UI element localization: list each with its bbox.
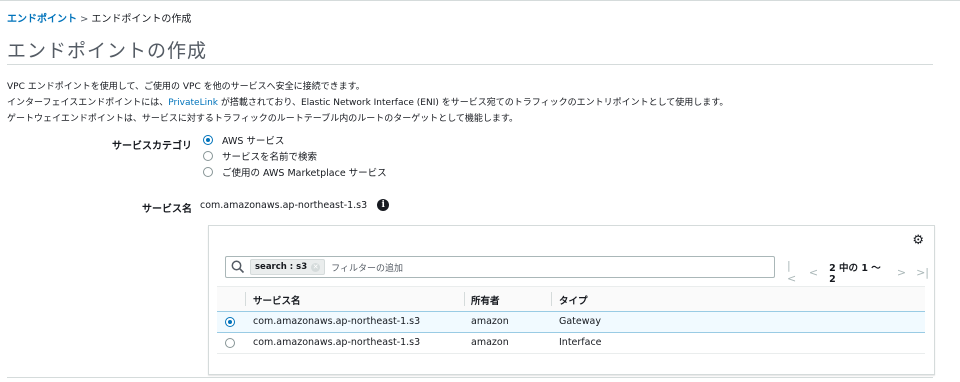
service-category-aws-option[interactable]: AWS サービス [203, 133, 284, 147]
top-border [0, 0, 960, 1]
row-service-name: com.amazonaws.ap-northeast-1.s3 [253, 337, 421, 348]
first-page-icon[interactable]: |< [787, 259, 799, 285]
description-line-1: VPC エンドポイントを使用して、ご使用の VPC を他のサービスへ安全に接続で… [7, 82, 365, 92]
filter-token: search : s3 ✕ [250, 259, 326, 275]
title-divider [7, 64, 933, 65]
row-service-name: com.amazonaws.ap-northeast-1.s3 [253, 316, 421, 327]
table-row[interactable]: com.amazonaws.ap-northeast-1.s3 amazon G… [217, 311, 925, 333]
search-filter-input[interactable]: search : s3 ✕ フィルターの追加 [225, 256, 775, 278]
service-category-by-name-option[interactable]: サービスを名前で検索 [203, 149, 317, 163]
service-name-value-wrap: com.amazonaws.ap-northeast-1.s3 i [200, 199, 390, 211]
service-table-panel: ⚙ search : s3 ✕ フィルターの追加 |< < 2 中の 1 ～ 2… [208, 225, 935, 375]
table-row[interactable]: com.amazonaws.ap-northeast-1.s3 amazon I… [217, 333, 925, 354]
row-select-radio[interactable] [225, 317, 235, 327]
column-divider [245, 292, 246, 306]
marketplace-label: ご使用の AWS Marketplace サービス [222, 168, 387, 179]
next-page-icon[interactable]: > [897, 266, 906, 279]
marketplace-radio[interactable] [203, 167, 213, 177]
column-divider [464, 292, 465, 306]
breadcrumb-current: エンドポイントの作成 [91, 14, 192, 25]
column-header-owner[interactable]: 所有者 [471, 293, 500, 307]
aws-services-label: AWS サービス [222, 136, 285, 147]
prev-page-icon[interactable]: < [809, 266, 818, 279]
find-by-name-label: サービスを名前で検索 [222, 152, 318, 163]
breadcrumb-endpoints-link[interactable]: エンドポイント [7, 14, 77, 25]
filter-token-text: search : s3 [255, 262, 308, 272]
filter-placeholder: フィルターの追加 [331, 263, 403, 274]
gear-icon[interactable]: ⚙ [912, 234, 924, 247]
pagination: |< < 2 中の 1 ～ 2 > >| [782, 259, 934, 285]
breadcrumb: エンドポイント > エンドポイントの作成 [7, 10, 191, 25]
info-icon[interactable]: i [377, 199, 390, 211]
privatelink-link[interactable]: PrivateLink [168, 98, 218, 108]
description-line-3: ゲートウェイエンドポイントは、サービスに対するトラフィックのルートテーブル内のル… [7, 114, 519, 124]
column-header-service-name[interactable]: サービス名 [253, 293, 301, 307]
service-category-label: サービスカテゴリ [112, 141, 192, 152]
search-icon [231, 260, 245, 274]
row-type: Interface [559, 337, 602, 348]
pagination-count: 2 中の 1 ～ 2 [829, 262, 881, 285]
remove-token-icon[interactable]: ✕ [311, 262, 321, 272]
service-name-value: com.amazonaws.ap-northeast-1.s3 [200, 199, 368, 211]
row-type: Gateway [559, 316, 601, 327]
description-line-2-start: インターフェイスエンドポイントには、 [7, 98, 169, 108]
page-title: エンドポイントの作成 [7, 40, 208, 62]
page-description: VPC エンドポイントを使用して、ご使用の VPC を他のサービスへ安全に接続で… [7, 79, 728, 127]
row-owner: amazon [471, 337, 509, 348]
column-divider [551, 292, 552, 306]
find-by-name-radio[interactable] [203, 151, 213, 161]
service-name-label: サービス名 [142, 204, 192, 215]
last-page-icon[interactable]: >| [916, 266, 929, 279]
breadcrumb-separator: > [80, 14, 89, 25]
description-line-2-end: が搭載されており、Elastic Network Interface (ENI)… [218, 98, 729, 108]
service-category-marketplace-option[interactable]: ご使用の AWS Marketplace サービス [203, 165, 387, 179]
row-owner: amazon [471, 316, 509, 327]
bottom-divider [7, 377, 933, 378]
row-select-radio[interactable] [225, 338, 235, 348]
aws-services-radio[interactable] [203, 135, 213, 145]
column-header-type[interactable]: タイプ [559, 293, 588, 307]
description-line-2: インターフェイスエンドポイントには、PrivateLink が搭載されており、E… [7, 95, 728, 111]
table-header: サービス名 所有者 タイプ [217, 286, 925, 312]
